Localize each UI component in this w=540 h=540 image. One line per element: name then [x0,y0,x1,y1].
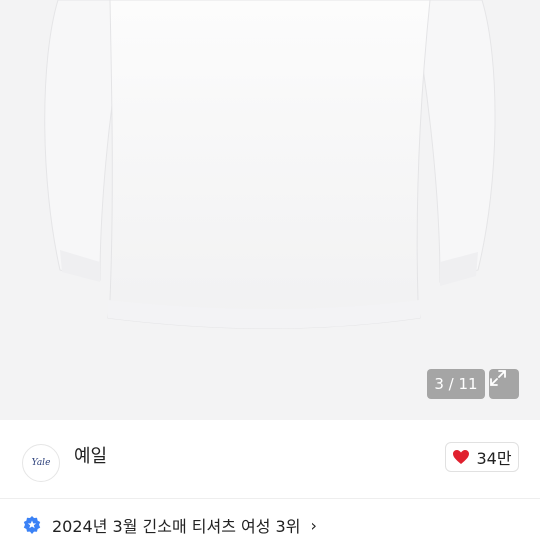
chevron-right-icon: › [310,515,317,535]
heart-icon [453,450,470,464]
seller-logo[interactable]: Yale [22,444,60,482]
rank-badge-icon [23,516,41,534]
like-count: 34만 [476,449,512,468]
product-image-gallery[interactable]: 3 / 11 [0,0,540,420]
tshirt-image [44,0,496,329]
expand-button[interactable] [489,369,519,399]
like-button[interactable]: 34만 [445,442,519,472]
expand-icon [490,370,506,386]
seller-row[interactable]: Yale 예일 34만 [0,420,540,498]
seller-name[interactable]: 예일 [74,445,107,469]
ranking-link[interactable]: 2024년 3월 긴소매 티셔츠 여성 3위 › [22,510,317,540]
image-counter: 3 / 11 [427,369,485,399]
ranking-text: 2024년 3월 긴소매 티셔츠 여성 3위 [52,517,301,536]
divider [0,498,540,499]
